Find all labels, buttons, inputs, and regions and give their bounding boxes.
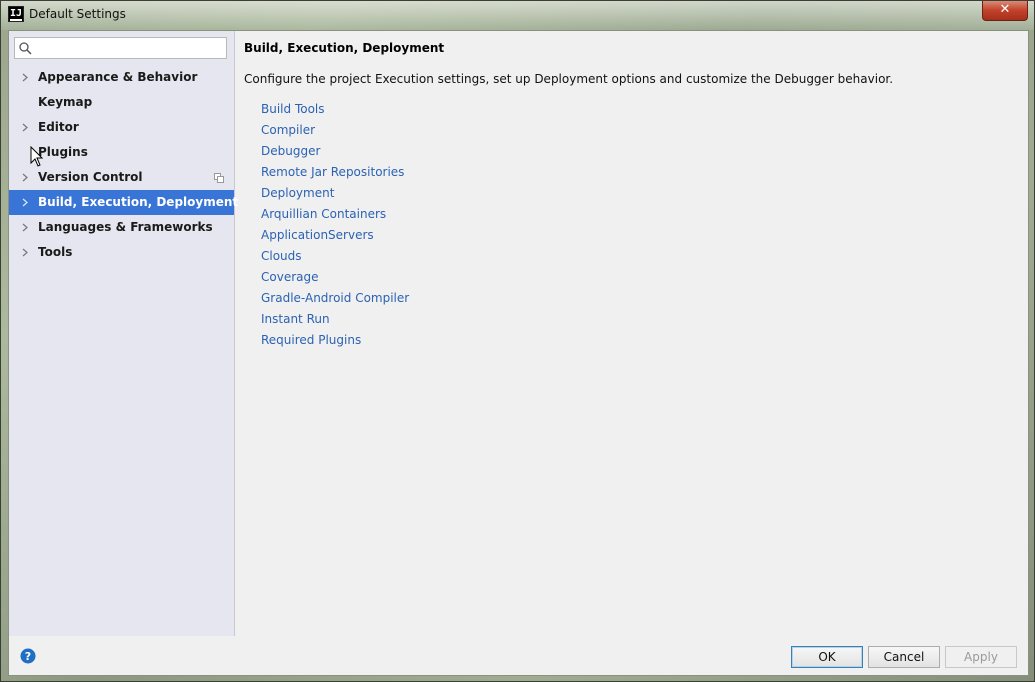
link-compiler[interactable]: Compiler: [261, 120, 409, 141]
link-instant-run[interactable]: Instant Run: [261, 309, 409, 330]
link-application-servers[interactable]: ApplicationServers: [261, 225, 409, 246]
dialog-footer: ? OK Cancel Apply: [9, 636, 1028, 675]
copy-icon: [214, 173, 224, 183]
sidebar-item-version-control[interactable]: Version Control: [9, 165, 234, 190]
link-build-tools[interactable]: Build Tools: [261, 99, 409, 120]
link-clouds[interactable]: Clouds: [261, 246, 409, 267]
link-deployment[interactable]: Deployment: [261, 183, 409, 204]
apply-button[interactable]: Apply: [945, 646, 1017, 668]
search-icon: [19, 42, 32, 55]
chevron-right-icon[interactable]: [21, 198, 29, 207]
chevron-right-icon[interactable]: [21, 123, 29, 132]
page-description: Configure the project Execution settings…: [244, 72, 894, 86]
link-coverage[interactable]: Coverage: [261, 267, 409, 288]
chevron-right-icon[interactable]: [21, 73, 29, 82]
sidebar-item-label: Plugins: [38, 145, 88, 159]
chevron-right-icon[interactable]: [21, 173, 29, 182]
chevron-right-icon[interactable]: [21, 223, 29, 232]
dialog-content: Appearance & Behavior Keymap Editor Plug…: [8, 30, 1029, 676]
close-icon: ✕: [999, 2, 1011, 17]
sidebar-item-editor[interactable]: Editor: [9, 115, 234, 140]
chevron-right-icon[interactable]: [21, 248, 29, 257]
intellij-app-icon: IJ: [8, 6, 24, 22]
subsection-links: Build Tools Compiler Debugger Remote Jar…: [261, 99, 409, 351]
sidebar-item-keymap[interactable]: Keymap: [9, 90, 234, 115]
close-button[interactable]: ✕: [982, 1, 1028, 21]
page-title: Build, Execution, Deployment: [244, 41, 445, 55]
sidebar-item-languages-frameworks[interactable]: Languages & Frameworks: [9, 215, 234, 240]
sidebar-item-label: Appearance & Behavior: [38, 70, 198, 84]
sidebar-item-label: Languages & Frameworks: [38, 220, 213, 234]
sidebar-item-appearance-behavior[interactable]: Appearance & Behavior: [9, 65, 234, 90]
cancel-button[interactable]: Cancel: [868, 646, 940, 668]
link-debugger[interactable]: Debugger: [261, 141, 409, 162]
link-required-plugins[interactable]: Required Plugins: [261, 330, 409, 351]
sidebar-item-label: Build, Execution, Deployment: [38, 195, 239, 209]
link-gradle-android-compiler[interactable]: Gradle-Android Compiler: [261, 288, 409, 309]
sidebar-item-build-execution-deployment[interactable]: Build, Execution, Deployment: [9, 190, 238, 215]
window-title: Default Settings: [29, 7, 126, 21]
search-input[interactable]: [14, 37, 227, 59]
sidebar-item-label: Tools: [38, 245, 73, 259]
help-icon[interactable]: ?: [20, 648, 36, 664]
link-remote-jar-repositories[interactable]: Remote Jar Repositories: [261, 162, 409, 183]
sidebar-item-tools[interactable]: Tools: [9, 240, 234, 265]
title-bar: IJ Default Settings ✕: [1, 1, 1034, 30]
link-arquillian-containers[interactable]: Arquillian Containers: [261, 204, 409, 225]
settings-window: IJ Default Settings ✕ Appearance & Behav…: [0, 0, 1035, 682]
settings-main-panel: Build, Execution, Deployment Configure t…: [244, 31, 1024, 636]
sidebar-item-label: Editor: [38, 120, 79, 134]
ok-button[interactable]: OK: [791, 646, 863, 668]
sidebar-item-label: Version Control: [38, 170, 143, 184]
mouse-cursor-icon: [30, 146, 44, 167]
settings-sidebar: Appearance & Behavior Keymap Editor Plug…: [9, 31, 238, 636]
svg-text:?: ?: [25, 650, 31, 663]
sidebar-item-label: Keymap: [38, 95, 93, 109]
